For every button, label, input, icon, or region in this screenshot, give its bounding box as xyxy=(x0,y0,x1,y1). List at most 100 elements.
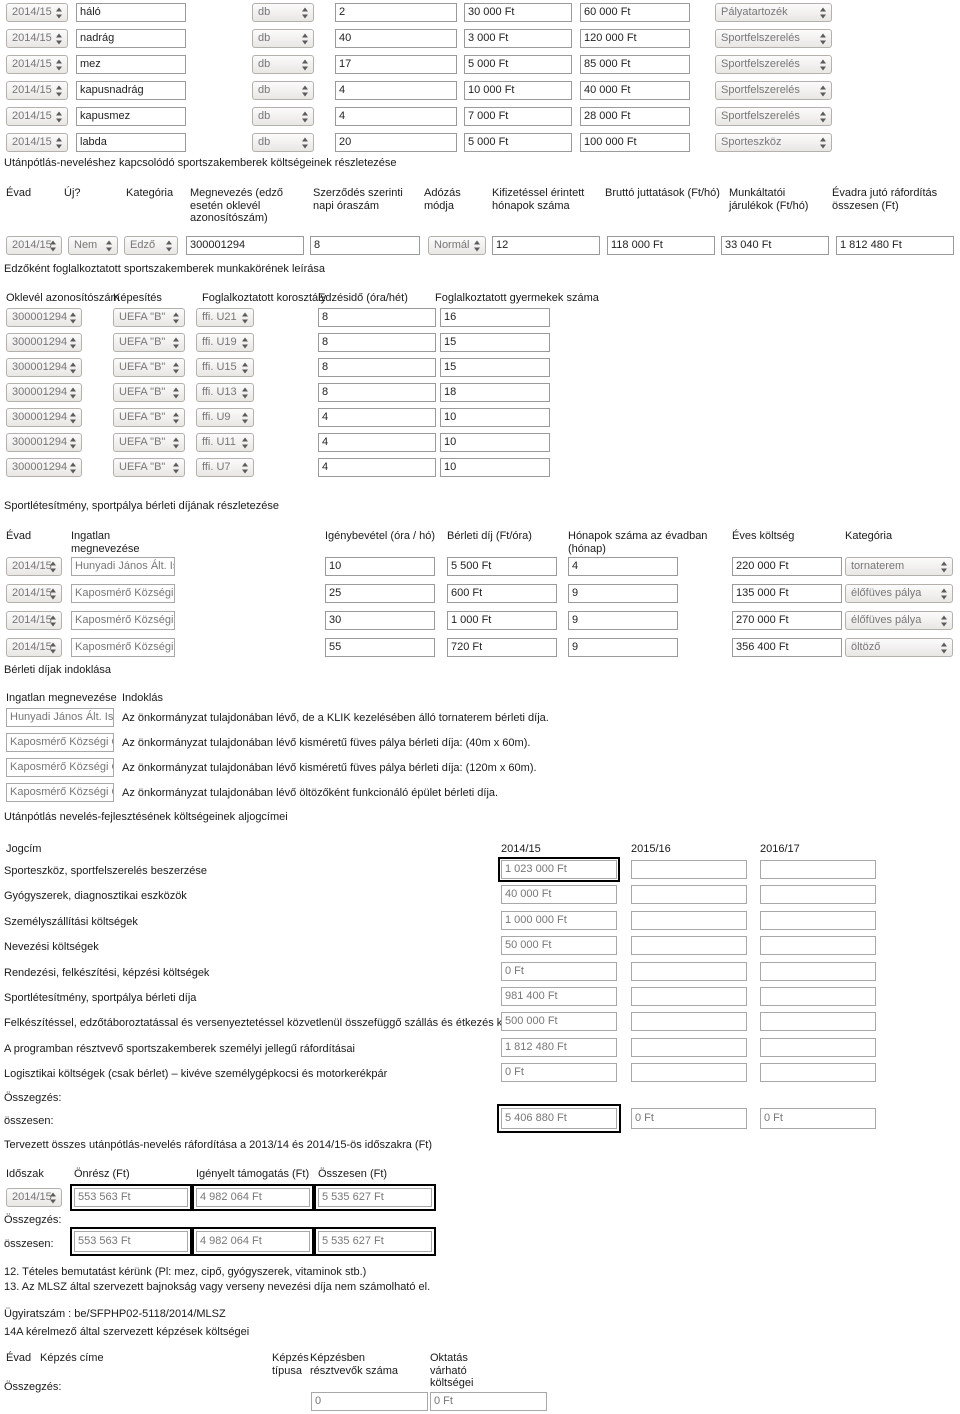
planned-own-input-0[interactable]: 553 563 Ft xyxy=(70,1184,192,1211)
equipment-season-select-4[interactable]: 2014/15 xyxy=(6,107,68,126)
cost-row-y2-6[interactable] xyxy=(631,1012,747,1032)
equipment-category-select-0[interactable]: Pályatartozék xyxy=(715,3,832,22)
cost-row-y1-6[interactable]: 500 000 Ft xyxy=(501,1012,617,1032)
equipment-category-select-2[interactable]: Sportfelszerelés xyxy=(715,55,832,74)
cost-row-y1-5[interactable]: 981 400 Ft xyxy=(501,987,617,1006)
staff-hours-input-0[interactable]: 8 xyxy=(310,236,420,255)
staff-yearly-input-0[interactable]: 1 812 480 Ft xyxy=(836,236,954,255)
job-children-input-0[interactable]: 16 xyxy=(440,308,550,327)
equipment-unit-select-5[interactable]: db xyxy=(252,133,314,152)
justification-property-input-3[interactable]: Kaposmérő Községi Ön xyxy=(6,783,114,802)
job-agegroup-select-3[interactable]: ffi. U13 xyxy=(196,383,254,402)
equipment-unit-select-2[interactable]: db xyxy=(252,55,314,74)
job-qualification-select-5[interactable]: UEFA "B" xyxy=(113,433,185,452)
staff-new-select-0[interactable]: Nem xyxy=(68,236,118,255)
equipment-season-select-1[interactable]: 2014/15 xyxy=(6,29,68,48)
cost-row-y3-2[interactable] xyxy=(760,910,876,930)
rental-yearly-input-2[interactable]: 270 000 Ft xyxy=(732,611,842,630)
job-agegroup-select-4[interactable]: ffi. U9 xyxy=(196,408,254,427)
equipment-category-select-5[interactable]: Sporteszköz xyxy=(715,133,832,152)
job-agegroup-select-0[interactable]: ffi. U21 xyxy=(196,308,254,327)
job-traintime-input-6[interactable]: 4 xyxy=(318,458,436,477)
equipment-unitprice-input-0[interactable]: 30 000 Ft xyxy=(464,3,572,22)
staff-contrib-input-0[interactable]: 33 040 Ft xyxy=(721,236,829,255)
rental-usage-input-3[interactable]: 55 xyxy=(325,638,435,657)
justification-property-input-2[interactable]: Kaposmérő Községi Ön xyxy=(6,758,114,777)
equipment-unit-select-0[interactable]: db xyxy=(252,3,314,22)
rental-season-select-1[interactable]: 2014/15 xyxy=(6,584,62,603)
job-children-input-1[interactable]: 15 xyxy=(440,333,550,352)
training-total-cost[interactable]: 0 Ft xyxy=(430,1392,547,1411)
staff-gross-input-0[interactable]: 118 000 Ft xyxy=(607,236,715,255)
cost-row-y1-2[interactable]: 1 000 000 Ft xyxy=(501,910,617,930)
job-agegroup-select-2[interactable]: ffi. U15 xyxy=(196,358,254,377)
job-licence-select-0[interactable]: 300001294 xyxy=(6,308,82,327)
cost-row-y2-1[interactable] xyxy=(631,885,747,905)
job-licence-select-5[interactable]: 300001294 xyxy=(6,433,82,452)
equipment-name-input-0[interactable]: háló xyxy=(76,3,186,22)
rental-property-input-0[interactable]: Hunyadi János Ált. Isk. xyxy=(71,557,175,576)
staff-licence-input-0[interactable]: 300001294 xyxy=(186,236,304,255)
equipment-name-input-3[interactable]: kapusnadrág xyxy=(76,81,186,100)
rental-category-select-2[interactable]: élőfüves pálya xyxy=(845,611,953,630)
staff-category-select-0[interactable]: Edző xyxy=(124,236,178,255)
rental-yearly-input-0[interactable]: 220 000 Ft xyxy=(732,557,842,576)
rental-category-select-0[interactable]: tornaterem xyxy=(845,557,953,576)
cost-row-y1-7[interactable]: 1 812 480 Ft xyxy=(501,1037,617,1057)
equipment-qty-input-2[interactable]: 17 xyxy=(335,55,457,74)
rental-category-select-1[interactable]: élőfüves pálya xyxy=(845,584,953,603)
rental-usage-input-1[interactable]: 25 xyxy=(325,584,435,603)
job-qualification-select-6[interactable]: UEFA "B" xyxy=(113,458,185,477)
job-children-input-3[interactable]: 18 xyxy=(440,383,550,402)
planned-total-own[interactable]: 553 563 Ft xyxy=(70,1227,192,1256)
cost-row-y3-4[interactable] xyxy=(760,961,876,981)
cost-row-y3-1[interactable] xyxy=(760,885,876,905)
equipment-unit-select-1[interactable]: db xyxy=(252,29,314,48)
job-agegroup-select-5[interactable]: ffi. U11 xyxy=(196,433,254,452)
cost-row-y3-5[interactable] xyxy=(760,987,876,1006)
job-traintime-input-1[interactable]: 8 xyxy=(318,333,436,352)
justification-property-input-1[interactable]: Kaposmérő Községi Ön xyxy=(6,733,114,752)
job-licence-select-3[interactable]: 300001294 xyxy=(6,383,82,402)
job-children-input-5[interactable]: 10 xyxy=(440,433,550,452)
equipment-season-select-2[interactable]: 2014/15 xyxy=(6,55,68,74)
cost-row-y2-7[interactable] xyxy=(631,1037,747,1057)
staff-months-input-0[interactable]: 12 xyxy=(492,236,600,255)
cost-row-y2-8[interactable] xyxy=(631,1063,747,1083)
cost-row-y1-4[interactable]: 0 Ft xyxy=(501,961,617,981)
cost-row-y2-5[interactable] xyxy=(631,987,747,1006)
equipment-name-input-4[interactable]: kapusmez xyxy=(76,107,186,126)
job-agegroup-select-6[interactable]: ffi. U7 xyxy=(196,458,254,477)
equipment-total-input-3[interactable]: 40 000 Ft xyxy=(580,81,690,100)
rental-yearly-input-3[interactable]: 356 400 Ft xyxy=(732,638,842,657)
job-traintime-input-5[interactable]: 4 xyxy=(318,433,436,452)
rental-fee-input-3[interactable]: 720 Ft xyxy=(447,638,557,657)
cost-row-y1-0[interactable]: 1 023 000 Ft xyxy=(498,857,620,882)
rental-fee-input-2[interactable]: 1 000 Ft xyxy=(447,611,557,630)
equipment-season-select-3[interactable]: 2014/15 xyxy=(6,81,68,100)
planned-total-sum[interactable]: 5 535 627 Ft xyxy=(314,1227,436,1256)
equipment-category-select-4[interactable]: Sportfelszerelés xyxy=(715,107,832,126)
planned-requested-input-0[interactable]: 4 982 064 Ft xyxy=(192,1184,314,1211)
planned-total-requested[interactable]: 4 982 064 Ft xyxy=(192,1227,314,1256)
equipment-unitprice-input-1[interactable]: 3 000 Ft xyxy=(464,29,572,48)
rental-usage-input-0[interactable]: 10 xyxy=(325,557,435,576)
job-traintime-input-3[interactable]: 8 xyxy=(318,383,436,402)
cost-row-y1-1[interactable]: 40 000 Ft xyxy=(501,885,617,905)
rental-months-input-2[interactable]: 9 xyxy=(568,611,678,630)
equipment-category-select-3[interactable]: Sportfelszerelés xyxy=(715,81,832,100)
equipment-qty-input-1[interactable]: 40 xyxy=(335,29,457,48)
job-traintime-input-0[interactable]: 8 xyxy=(318,308,436,327)
cost-row-y3-6[interactable] xyxy=(760,1012,876,1032)
equipment-category-select-1[interactable]: Sportfelszerelés xyxy=(715,29,832,48)
job-agegroup-select-1[interactable]: ffi. U19 xyxy=(196,333,254,352)
cost-row-y3-8[interactable] xyxy=(760,1063,876,1083)
cost-total-y3[interactable]: 0 Ft xyxy=(760,1108,876,1129)
rental-season-select-3[interactable]: 2014/15 xyxy=(6,638,62,657)
rental-season-select-2[interactable]: 2014/15 xyxy=(6,611,62,630)
rental-months-input-0[interactable]: 4 xyxy=(568,557,678,576)
rental-property-input-1[interactable]: Kaposmérő Községi Ön xyxy=(71,584,175,603)
job-licence-select-2[interactable]: 300001294 xyxy=(6,358,82,377)
job-traintime-input-2[interactable]: 8 xyxy=(318,358,436,377)
equipment-season-select-0[interactable]: 2014/15 xyxy=(6,3,68,22)
